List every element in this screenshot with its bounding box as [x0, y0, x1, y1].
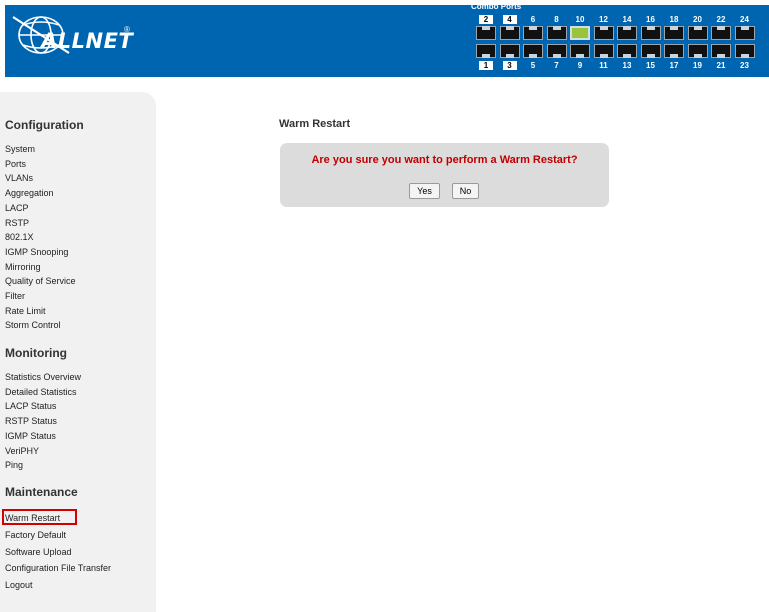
sidebar-item-quality-of-service[interactable]: Quality of Service — [5, 276, 76, 286]
port-24[interactable] — [734, 26, 755, 40]
registered-mark: ® — [124, 25, 130, 34]
port-label-2: 2 — [479, 15, 493, 24]
port-label-17: 17 — [669, 61, 679, 70]
sidebar-item-logout[interactable]: Logout — [5, 580, 33, 590]
port-label-5: 5 — [530, 61, 536, 70]
port-label-15: 15 — [646, 61, 655, 70]
page-title: Warm Restart — [279, 118, 351, 130]
sidebar-item-filter[interactable]: Filter — [5, 291, 25, 301]
header-bar: ALLNET ® Combo Ports 2 4 6 8 10 12 14 16 18 20 22 2… — [5, 2, 769, 77]
port-23[interactable] — [734, 44, 755, 58]
sidebar-heading-configuration: Configuration — [5, 118, 84, 132]
port-label-1: 1 — [479, 61, 493, 70]
sidebar-item-configuration-file-transfer[interactable]: Configuration File Transfer — [5, 563, 111, 573]
port-16[interactable] — [640, 26, 661, 40]
sidebar-item-software-upload[interactable]: Software Upload — [5, 547, 72, 557]
selected-item-highlight — [2, 509, 77, 525]
confirm-message: Are you sure you want to perform a Warm … — [311, 154, 578, 166]
port-22[interactable] — [711, 26, 731, 40]
port-label-7: 7 — [554, 61, 559, 70]
port-21[interactable] — [711, 44, 731, 58]
sidebar-item-veriphy[interactable]: VeriPHY — [5, 446, 39, 456]
port-2[interactable] — [476, 26, 496, 40]
port-label-19: 19 — [693, 61, 702, 70]
no-button[interactable]: No — [452, 183, 479, 199]
port-5[interactable] — [523, 44, 543, 58]
sidebar-item-lacp-status[interactable]: LACP Status — [5, 401, 56, 411]
sidebar-item-mirroring[interactable]: Mirroring — [5, 262, 41, 272]
confirm-dialog: Are you sure you want to perform a Warm … — [280, 143, 609, 207]
port-label-22: 22 — [716, 15, 726, 24]
port-label-13: 13 — [622, 61, 632, 70]
sidebar-heading-maintenance: Maintenance — [5, 485, 78, 499]
port-label-14: 14 — [622, 15, 632, 24]
sidebar-item-storm-control[interactable]: Storm Control — [5, 320, 61, 330]
port-label-8: 8 — [554, 15, 559, 24]
port-17[interactable] — [664, 44, 684, 58]
yes-button[interactable]: Yes — [409, 183, 440, 199]
port-label-9: 9 — [577, 61, 583, 70]
sidebar-item-rstp-status[interactable]: RSTP Status — [5, 416, 57, 426]
port-label-24: 24 — [740, 15, 749, 24]
port-19[interactable] — [687, 44, 708, 58]
port-12[interactable] — [593, 26, 614, 40]
port-14[interactable] — [617, 26, 637, 40]
port-15[interactable] — [640, 44, 661, 58]
port-label-12: 12 — [599, 15, 608, 24]
sidebar-item-igmp-status[interactable]: IGMP Status — [5, 431, 56, 441]
sidebar-item-ping[interactable]: Ping — [5, 460, 23, 470]
port-1[interactable] — [476, 44, 496, 58]
sidebar-item-detailed-statistics[interactable]: Detailed Statistics — [5, 387, 77, 397]
sidebar: Configuration System Ports VLANs Aggregatio… — [0, 92, 156, 612]
port-9[interactable] — [570, 44, 590, 58]
port-8[interactable] — [546, 26, 567, 40]
port-label-18: 18 — [669, 15, 679, 24]
port-label-21: 21 — [716, 61, 726, 70]
port-3[interactable] — [499, 44, 520, 58]
port-7[interactable] — [546, 44, 567, 58]
port-label-11: 11 — [599, 61, 608, 70]
port-20[interactable] — [687, 26, 708, 40]
sidebar-item-vlans[interactable]: VLANs — [5, 173, 33, 183]
port-label-16: 16 — [646, 15, 655, 24]
sidebar-item-aggregation[interactable]: Aggregation — [5, 188, 54, 198]
sidebar-item-igmp-snooping[interactable]: IGMP Snooping — [5, 247, 68, 257]
sidebar-item-ports[interactable]: Ports — [5, 159, 26, 169]
sidebar-heading-monitoring: Monitoring — [5, 346, 67, 360]
port-label-4: 4 — [502, 15, 517, 24]
port-11[interactable] — [593, 44, 614, 58]
sidebar-item-factory-default[interactable]: Factory Default — [5, 530, 66, 540]
port-10[interactable] — [570, 26, 590, 40]
port-panel: 2 4 6 8 10 12 14 16 18 20 22 24 1 3 5 7 9 11 13 15 17 19 21 23 — [476, 14, 766, 74]
sidebar-item-statistics-overview[interactable]: Statistics Overview — [5, 372, 81, 382]
sidebar-item-lacp[interactable]: LACP — [5, 203, 29, 213]
port-label-23: 23 — [740, 61, 749, 70]
port-4[interactable] — [499, 26, 520, 40]
sidebar-item-system[interactable]: System — [5, 144, 35, 154]
sidebar-item-rstp[interactable]: RSTP — [5, 218, 29, 228]
sidebar-item-802-1x[interactable]: 802.1X — [5, 232, 34, 242]
logo-text: ALLNET — [41, 29, 134, 53]
combo-ports-label: Combo Ports — [471, 2, 522, 11]
port-label-6: 6 — [530, 15, 536, 24]
port-label-10: 10 — [575, 15, 585, 24]
port-18[interactable] — [664, 26, 684, 40]
port-label-3: 3 — [502, 61, 517, 70]
port-13[interactable] — [617, 44, 637, 58]
port-6[interactable] — [523, 26, 543, 40]
port-label-20: 20 — [693, 15, 702, 24]
sidebar-item-rate-limit[interactable]: Rate Limit — [5, 306, 46, 316]
allnet-logo: ALLNET ® — [11, 11, 134, 71]
